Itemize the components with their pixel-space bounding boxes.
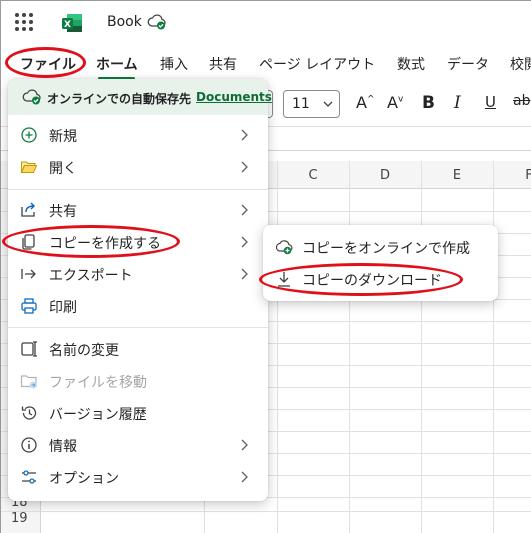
move-file-icon: [20, 375, 37, 389]
grid-line: [493, 161, 494, 533]
folder-open-icon: [20, 161, 38, 173]
column-header-d[interactable]: D: [349, 168, 421, 183]
title-bar: X Book: [1, 1, 531, 45]
menu-item-version-history[interactable]: バージョン履歴: [8, 397, 268, 429]
chevron-right-icon: [241, 204, 248, 216]
shrink-font-icon[interactable]: Av: [387, 93, 403, 112]
cloud-saved-icon: [22, 89, 41, 105]
download-icon: [278, 272, 290, 287]
export-icon: [21, 269, 36, 279]
grow-font-icon[interactable]: A^: [356, 93, 375, 112]
font-size-dropdown[interactable]: 11: [283, 90, 340, 118]
menu-item-info[interactable]: 情報: [8, 429, 268, 461]
cloud-add-icon: [275, 240, 293, 255]
row-header-19[interactable]: 19: [11, 511, 28, 526]
chevron-right-icon: [241, 236, 248, 248]
menu-separator: [8, 327, 268, 328]
ribbon-tabs: ファイル ホーム 挿入 共有 ページ レイアウト 数式 データ 校閲: [1, 45, 531, 81]
submenu-item-copy-online[interactable]: コピーをオンラインで作成: [263, 231, 498, 263]
grow-font-label: A: [356, 93, 367, 112]
tab-review[interactable]: 校閲: [510, 54, 531, 74]
excel-logo-icon: X: [62, 14, 82, 32]
menu-item-label: バージョン履歴: [49, 407, 147, 423]
tab-share[interactable]: 共有: [209, 54, 237, 74]
menu-item-label: 開く: [49, 161, 77, 177]
file-menu: オンラインでの自動保存先 Documents 新規 開く 共有 コピーを作成する…: [8, 79, 272, 501]
menu-item-new[interactable]: 新規: [8, 119, 268, 151]
tab-data[interactable]: データ: [447, 54, 489, 74]
chevron-right-icon: [241, 161, 248, 173]
menu-item-share[interactable]: 共有: [8, 194, 268, 226]
chevron-right-icon: [241, 268, 248, 280]
submenu-item-download-copy[interactable]: コピーのダウンロード: [263, 263, 498, 295]
history-icon: [21, 406, 37, 420]
tab-insert[interactable]: 挿入: [160, 54, 188, 74]
tab-file[interactable]: ファイル: [20, 54, 76, 74]
menu-item-label: オプション: [49, 471, 119, 487]
underline-button[interactable]: U: [485, 93, 496, 111]
menu-item-export[interactable]: エクスポート: [8, 258, 268, 290]
chevron-right-icon: [241, 129, 248, 141]
menu-item-label: 情報: [49, 439, 77, 455]
chevron-down-icon: [323, 101, 333, 107]
tab-formulas[interactable]: 数式: [397, 54, 425, 74]
rename-icon: [21, 341, 37, 357]
chevron-right-icon: [241, 471, 248, 483]
app-launcher-icon[interactable]: [15, 13, 33, 31]
menu-item-options[interactable]: オプション: [8, 461, 268, 493]
bold-button[interactable]: B: [422, 93, 435, 113]
options-icon: [22, 470, 36, 484]
submenu-item-label: コピーをオンラインで作成: [302, 241, 470, 257]
grid-line: [421, 161, 422, 533]
grid-line: [349, 161, 350, 533]
tab-home[interactable]: ホーム: [96, 54, 138, 74]
grid-line: [1, 511, 531, 512]
menu-item-open[interactable]: 開く: [8, 151, 268, 183]
chevron-right-icon: [241, 439, 248, 451]
share-icon: [21, 202, 36, 217]
document-name[interactable]: Book: [107, 14, 142, 30]
svg-text:X: X: [64, 20, 71, 30]
menu-item-label: 印刷: [49, 300, 77, 316]
tab-page-layout[interactable]: ページ レイアウト: [259, 54, 375, 74]
menu-item-label: コピーを作成する: [49, 236, 161, 252]
cloud-saved-icon[interactable]: [147, 13, 167, 31]
submenu-item-label: コピーのダウンロード: [302, 273, 442, 289]
new-icon: [21, 127, 37, 143]
column-header-c[interactable]: C: [277, 168, 349, 183]
strikethrough-button[interactable]: ab: [513, 93, 530, 109]
column-header-f[interactable]: F: [493, 168, 531, 183]
font-size-value: 11: [292, 96, 310, 112]
menu-item-move-file: ファイルを移動: [8, 365, 268, 397]
make-copy-submenu: コピーをオンラインで作成 コピーのダウンロード: [263, 225, 498, 301]
menu-item-label: 名前の変更: [49, 343, 119, 359]
autosave-location-link[interactable]: Documents: [196, 90, 272, 104]
menu-item-label: ファイルを移動: [49, 375, 147, 391]
info-icon: [21, 437, 37, 453]
menu-item-print[interactable]: 印刷: [8, 290, 268, 322]
grid-line: [277, 161, 278, 533]
copy-icon: [22, 234, 35, 250]
column-header-e[interactable]: E: [421, 168, 493, 183]
menu-item-label: エクスポート: [49, 268, 133, 284]
italic-button[interactable]: I: [454, 93, 461, 113]
autosave-banner: オンラインでの自動保存先 Documents: [8, 79, 272, 115]
menu-item-make-copy[interactable]: コピーを作成する: [8, 226, 268, 258]
menu-item-label: 共有: [49, 204, 77, 220]
menu-separator: [8, 189, 268, 190]
print-icon: [21, 298, 37, 314]
shrink-font-label: A: [387, 93, 398, 112]
menu-item-label: 新規: [49, 129, 77, 145]
menu-item-rename[interactable]: 名前の変更: [8, 333, 268, 365]
autosave-text: オンラインでの自動保存先: [47, 92, 192, 106]
